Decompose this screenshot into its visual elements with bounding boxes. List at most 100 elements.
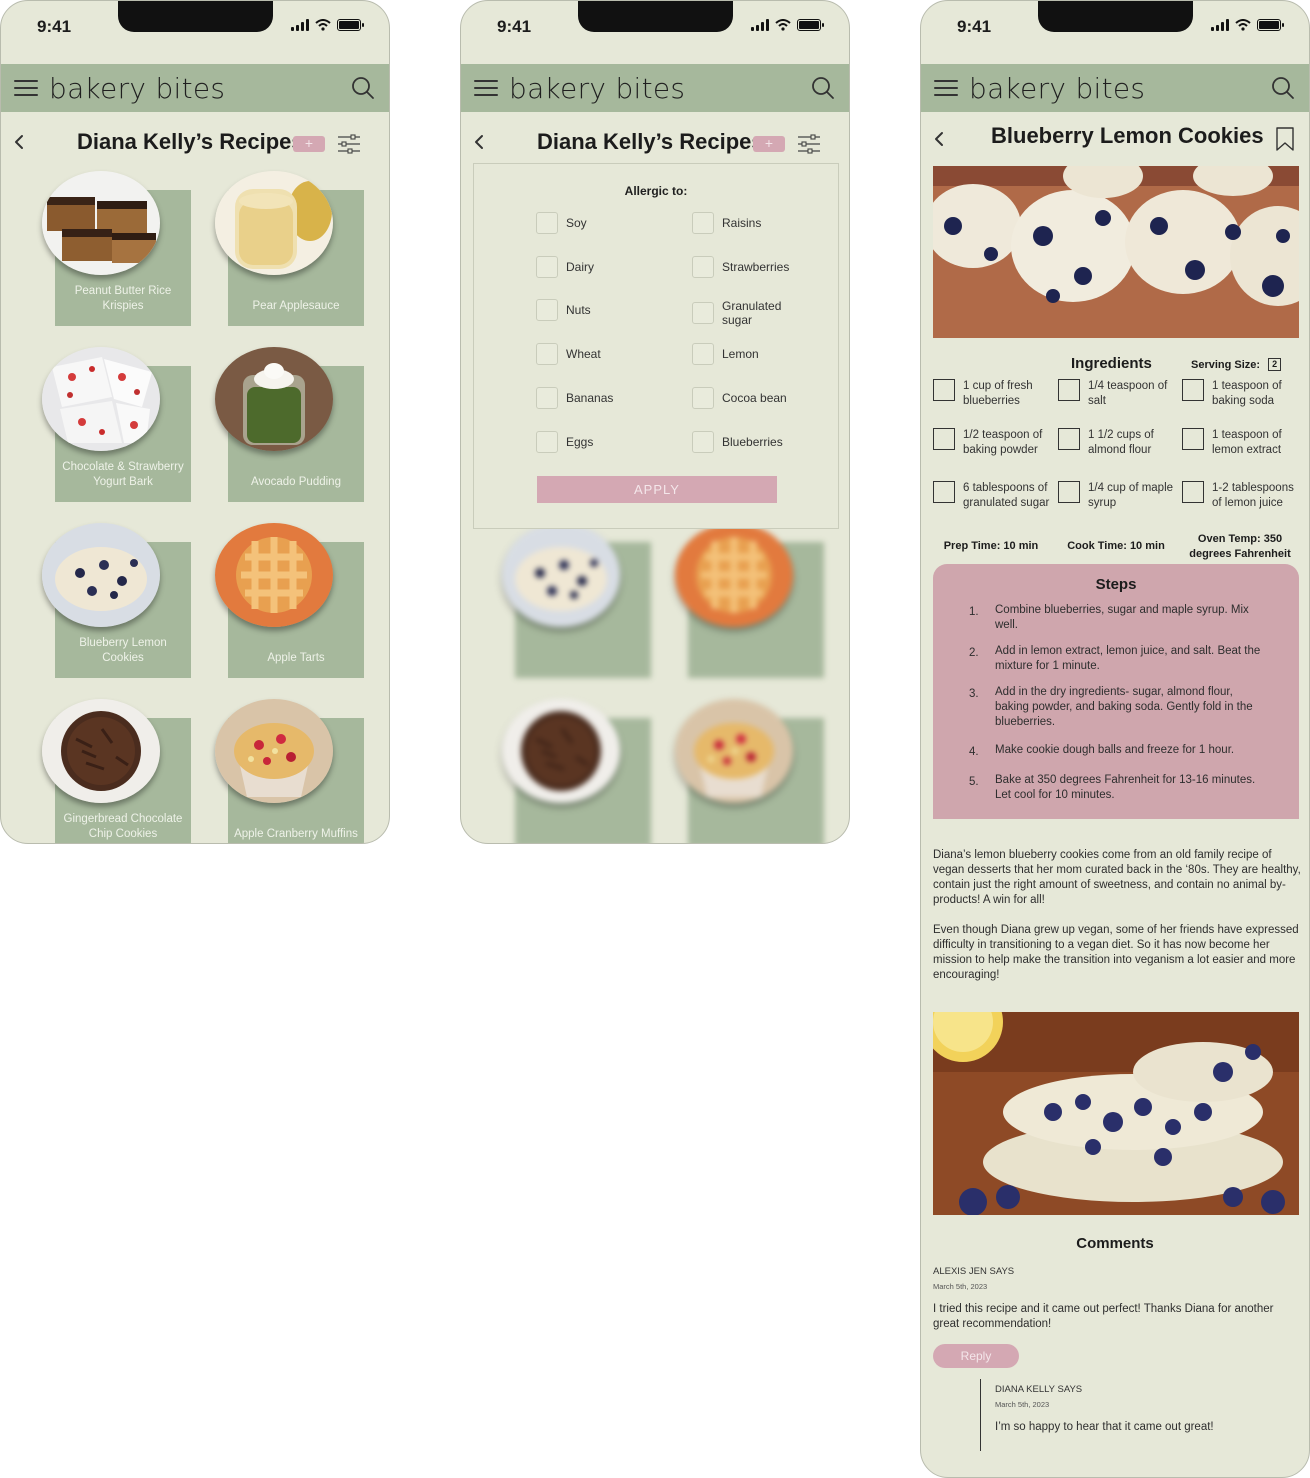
allergy-option[interactable]: Granulated sugar	[692, 299, 792, 327]
add-recipe-button[interactable]: +	[753, 136, 785, 152]
recipe-title: Blueberry Lemon Cookies	[991, 123, 1264, 148]
recipe-thumbnail[interactable]	[215, 347, 333, 451]
ingredient-item[interactable]: 1 teaspoon of baking soda	[1182, 379, 1306, 409]
ingredient-item[interactable]: 1-2 tablespoons of lemon juice	[1182, 481, 1306, 511]
reply-button[interactable]: Reply	[933, 1344, 1019, 1368]
allergy-option[interactable]: Lemon	[692, 343, 759, 365]
recipe-card-label: Blueberry Lemon Cookies	[79, 637, 167, 664]
ingredient-item[interactable]: 1 teaspoon of lemon extract	[1182, 428, 1306, 458]
wifi-icon	[315, 19, 331, 31]
cook-time: Cook Time: 10 min	[1067, 540, 1165, 552]
checkbox[interactable]	[692, 343, 714, 365]
allergy-option-label: Raisins	[722, 216, 762, 230]
recipe-thumbnail	[675, 523, 793, 627]
allergy-option-label: Lemon	[722, 347, 759, 361]
checkbox[interactable]	[1182, 428, 1204, 450]
filter-icon[interactable]	[797, 134, 821, 154]
ingredient-item[interactable]: 1 cup of fresh blueberries	[933, 379, 1057, 409]
app-bar: bakery bites	[1, 64, 389, 112]
recipe-thumbnail[interactable]	[42, 699, 160, 803]
checkbox[interactable]	[536, 212, 558, 234]
filter-icon[interactable]	[337, 134, 361, 154]
checkbox[interactable]	[536, 431, 558, 453]
back-icon[interactable]	[933, 130, 945, 148]
signal-icon	[751, 19, 769, 31]
allergy-option[interactable]: Eggs	[536, 431, 593, 453]
checkbox[interactable]	[1182, 379, 1204, 401]
recipe-thumbnail[interactable]	[215, 699, 333, 803]
ingredient-item[interactable]: 1 1/2 cups of almond flour	[1058, 428, 1182, 458]
allergy-option[interactable]: Blueberries	[692, 431, 783, 453]
search-icon[interactable]	[1271, 76, 1295, 100]
status-time: 9:41	[957, 17, 992, 36]
menu-icon[interactable]	[474, 80, 498, 96]
checkbox[interactable]	[933, 428, 955, 450]
menu-icon[interactable]	[934, 80, 958, 96]
step-item: 1. Combine blueberries, sugar and maple s…	[969, 603, 1265, 633]
back-icon[interactable]	[13, 133, 25, 151]
checkbox[interactable]	[692, 256, 714, 278]
allergy-option-label: Nuts	[566, 303, 591, 317]
recipe-hero-image	[933, 166, 1299, 338]
ingredient-item[interactable]: 6 tablespoons of granulated sugar	[933, 481, 1057, 511]
ingredient-label: 1/4 cup of maple syrup	[1088, 482, 1174, 509]
search-icon[interactable]	[351, 76, 375, 100]
comment-text: I tried this recipe and it came out perf…	[933, 1303, 1274, 1330]
checkbox[interactable]	[536, 343, 558, 365]
wifi-icon	[1235, 19, 1251, 31]
back-icon[interactable]	[473, 133, 485, 151]
allergy-option[interactable]: Strawberries	[692, 256, 789, 278]
checkbox[interactable]	[536, 387, 558, 409]
search-icon[interactable]	[811, 76, 835, 100]
ingredient-item[interactable]: 1/4 teaspoon of salt	[1058, 379, 1182, 409]
device-notch	[118, 1, 273, 32]
checkbox[interactable]	[692, 431, 714, 453]
recipe-thumbnail[interactable]	[215, 523, 333, 627]
allergy-option[interactable]: Wheat	[536, 343, 601, 365]
recipe-thumbnail[interactable]	[42, 171, 160, 275]
recipe-thumbnail	[502, 699, 620, 803]
checkbox[interactable]	[692, 387, 714, 409]
battery-icon	[1257, 19, 1284, 31]
checkbox[interactable]	[1182, 481, 1204, 503]
checkbox[interactable]	[1058, 481, 1080, 503]
recipe-thumbnail[interactable]	[42, 523, 160, 627]
allergy-option[interactable]: Soy	[536, 212, 587, 234]
menu-icon[interactable]	[14, 80, 38, 96]
serving-size-value[interactable]: 2	[1268, 358, 1282, 371]
allergy-option-label: Blueberries	[722, 435, 783, 449]
allergy-option-label: Bananas	[566, 391, 614, 405]
checkbox[interactable]	[933, 481, 955, 503]
checkbox[interactable]	[692, 212, 714, 234]
page-header: Diana Kelly’s Recipes +	[461, 127, 849, 159]
battery-icon	[337, 19, 364, 31]
checkbox[interactable]	[536, 256, 558, 278]
checkbox[interactable]	[536, 299, 558, 321]
checkbox[interactable]	[933, 379, 955, 401]
checkbox[interactable]	[1058, 379, 1080, 401]
battery-icon	[797, 19, 824, 31]
status-icons	[1211, 19, 1284, 31]
checkbox[interactable]	[1058, 428, 1080, 450]
serving-size-label: Serving Size:	[1191, 358, 1261, 371]
recipe-card-label: Chocolate & Strawberry Yogurt Bark	[62, 461, 184, 488]
apply-button[interactable]: APPLY	[537, 476, 777, 503]
page-title: Diana Kelly’s Recipes	[537, 129, 764, 154]
status-time: 9:41	[497, 17, 532, 36]
allergy-option-label: Soy	[566, 216, 587, 230]
allergy-option[interactable]: Raisins	[692, 212, 761, 234]
checkbox[interactable]	[692, 302, 714, 324]
ingredient-item[interactable]: 1/2 teaspoon of baking powder	[933, 428, 1057, 458]
story-paragraph: Even though Diana grew up vegan, some of…	[933, 924, 1299, 981]
allergy-option[interactable]: Cocoa bean	[692, 387, 787, 409]
recipe-thumbnail[interactable]	[42, 347, 160, 451]
status-icons	[751, 19, 824, 31]
allergy-option[interactable]: Dairy	[536, 256, 594, 278]
allergy-option[interactable]: Bananas	[536, 387, 613, 409]
add-recipe-button[interactable]: +	[293, 136, 325, 152]
ingredient-item[interactable]: 1/4 cup of maple syrup	[1058, 481, 1182, 511]
allergy-option-label: Cocoa bean	[722, 391, 787, 405]
recipe-thumbnail[interactable]	[215, 171, 333, 275]
allergy-option[interactable]: Nuts	[536, 299, 591, 321]
bookmark-icon[interactable]	[1275, 127, 1295, 151]
